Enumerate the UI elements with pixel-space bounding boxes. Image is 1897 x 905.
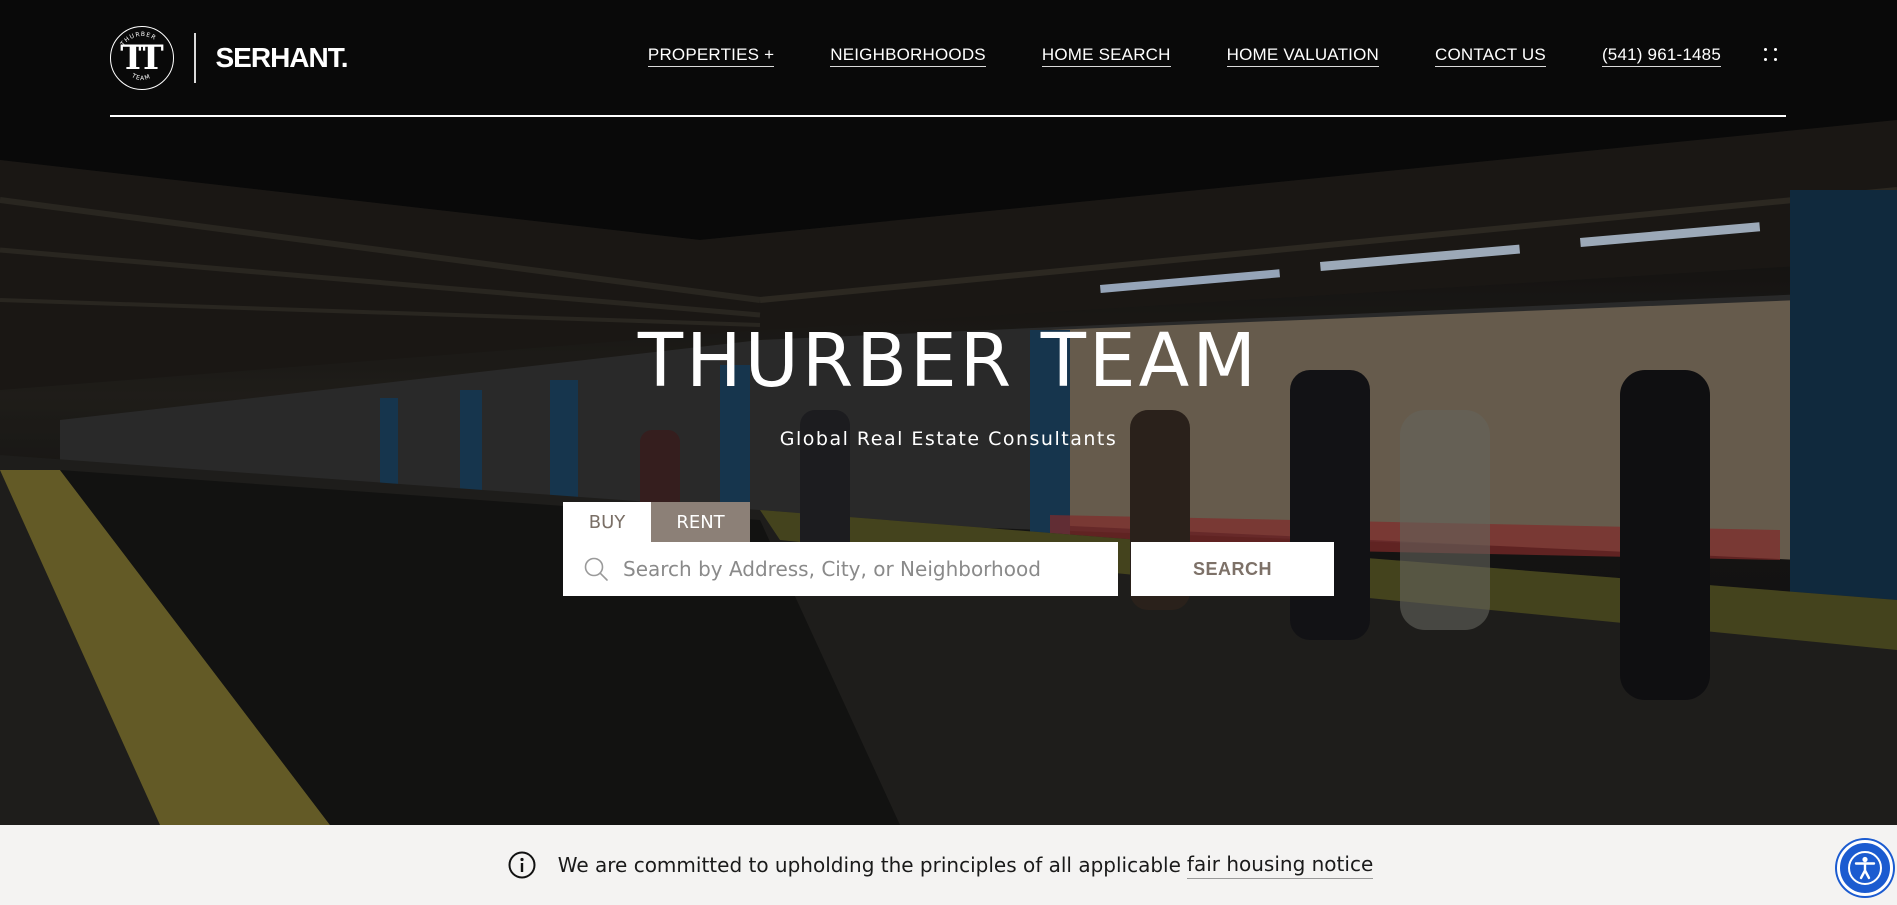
hero-title: THURBER TEAM xyxy=(637,318,1260,404)
hero-subtitle: Global Real Estate Consultants xyxy=(779,428,1118,450)
search-input[interactable] xyxy=(623,557,1113,581)
search-button[interactable]: SEARCH xyxy=(1131,542,1334,596)
nav-home-search[interactable]: HOME SEARCH xyxy=(1041,45,1171,67)
main-nav: PROPERTIES + NEIGHBORHOODS HOME SEARCH H… xyxy=(647,45,1721,67)
logo-divider xyxy=(194,33,196,83)
grid-dots-icon[interactable] xyxy=(1764,48,1780,64)
logo-ring-bottom-text: TEAM xyxy=(130,72,151,82)
svg-text:THURBER: THURBER xyxy=(119,31,158,48)
tab-rent[interactable]: RENT xyxy=(651,502,750,542)
nav-contact-us[interactable]: CONTACT US xyxy=(1435,45,1546,67)
accessibility-button[interactable] xyxy=(1837,840,1893,896)
nav-properties[interactable]: PROPERTIES + xyxy=(647,45,775,67)
tab-buy[interactable]: BUY xyxy=(563,502,651,542)
search-icon xyxy=(584,557,608,581)
info-icon xyxy=(508,851,536,879)
site-logo[interactable]: THURBER TEAM TT SERHANT. xyxy=(110,25,349,91)
fair-housing-notice-bar: We are committed to upholding the princi… xyxy=(0,825,1897,905)
logo-ring-top-text: THURBER xyxy=(119,31,157,48)
accessibility-icon xyxy=(1848,851,1882,885)
search-tabs: BUY RENT xyxy=(563,502,750,542)
fair-housing-notice-link[interactable]: fair housing notice xyxy=(1186,852,1374,879)
header-divider xyxy=(110,115,1786,117)
svg-text:TEAM: TEAM xyxy=(130,72,152,82)
thurber-team-monogram-logo: THURBER TEAM TT xyxy=(110,26,174,90)
nav-neighborhoods[interactable]: NEIGHBORHOODS xyxy=(830,45,986,67)
hero-overlay xyxy=(0,0,1897,825)
serhant-brand-logo: SERHANT. xyxy=(215,42,349,73)
nav-phone-number[interactable]: (541) 961-1485 xyxy=(1601,45,1721,67)
notice-text: We are committed to upholding the princi… xyxy=(557,853,1181,877)
nav-home-valuation[interactable]: HOME VALUATION xyxy=(1226,45,1379,67)
logo-ring-text-icon: THURBER TEAM xyxy=(119,31,158,82)
hero-background xyxy=(0,0,1897,825)
search-field xyxy=(563,542,1118,596)
